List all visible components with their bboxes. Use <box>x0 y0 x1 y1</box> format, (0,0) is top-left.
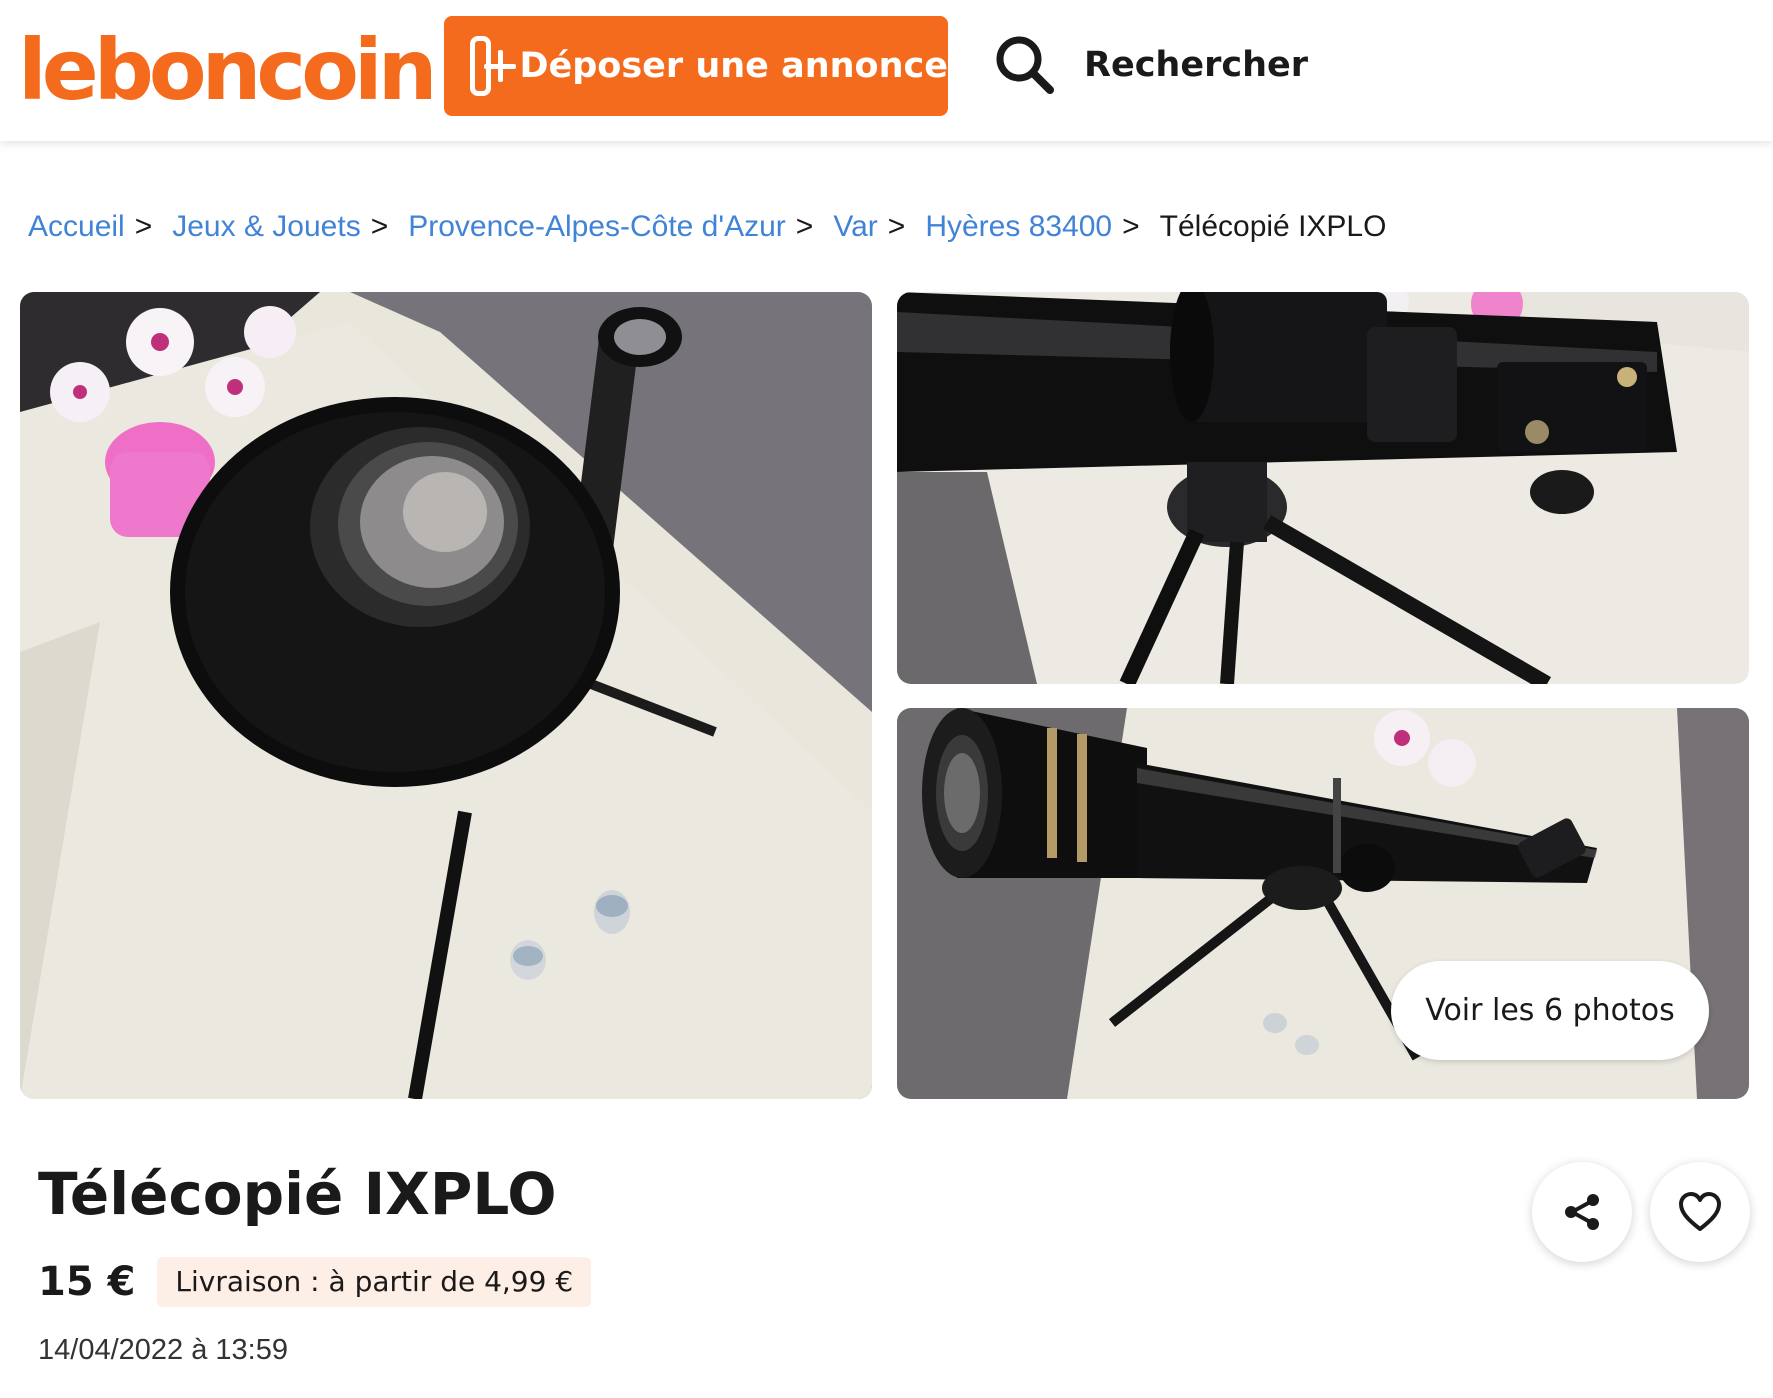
breadcrumb-department[interactable]: Var <box>833 210 877 244</box>
favorite-button[interactable] <box>1650 1162 1750 1262</box>
top-header: leboncoin Déposer une annonce Rechercher <box>0 0 1773 141</box>
breadcrumb: Accueil > Jeux & Jouets > Provence-Alpes… <box>28 205 1386 249</box>
main-photo[interactable] <box>20 292 872 1099</box>
breadcrumb-region[interactable]: Provence-Alpes-Côte d'Azur <box>408 210 786 244</box>
listing-title: Télécopié IXPLO <box>38 1160 557 1228</box>
see-all-photos-button[interactable]: Voir les 6 photos <box>1391 961 1709 1060</box>
search-button[interactable]: Rechercher <box>994 30 1308 100</box>
leboncoin-logo[interactable]: leboncoin <box>18 20 437 120</box>
listing-price: 15 € <box>38 1259 136 1305</box>
share-button[interactable] <box>1532 1162 1632 1262</box>
breadcrumb-separator: > <box>134 210 153 243</box>
plus-square-icon <box>470 36 517 96</box>
search-icon <box>996 36 1054 94</box>
post-ad-label: Déposer une annonce <box>519 46 948 86</box>
breadcrumb-current: Télécopié IXPLO <box>1159 210 1387 243</box>
delivery-badge: Livraison : à partir de 4,99 € <box>157 1257 592 1307</box>
breadcrumb-separator: > <box>370 210 389 243</box>
breadcrumb-home[interactable]: Accueil <box>28 210 125 244</box>
breadcrumb-separator: > <box>1122 210 1140 243</box>
breadcrumb-separator: > <box>795 210 814 243</box>
heart-icon <box>1679 1192 1721 1231</box>
post-ad-button[interactable]: Déposer une annonce <box>444 16 948 116</box>
search-label: Rechercher <box>1084 45 1309 85</box>
listing-date: 14/04/2022 à 13:59 <box>38 1334 288 1366</box>
breadcrumb-city[interactable]: Hyères 83400 <box>925 210 1112 244</box>
price-row: 15 € Livraison : à partir de 4,99 € <box>38 1256 592 1308</box>
breadcrumb-category[interactable]: Jeux & Jouets <box>172 210 360 244</box>
share-icon <box>1565 1194 1599 1230</box>
photo-2[interactable] <box>897 292 1749 684</box>
breadcrumb-separator: > <box>887 210 906 243</box>
